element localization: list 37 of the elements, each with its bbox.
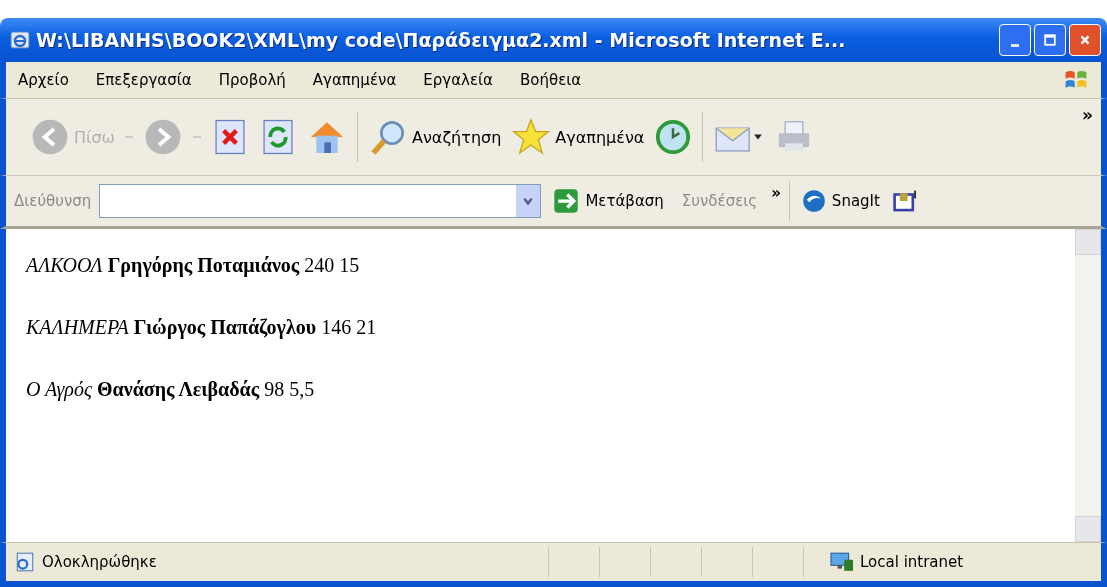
- scrollbar[interactable]: [1075, 229, 1101, 542]
- toolbar-overflow-button[interactable]: »: [1082, 105, 1093, 125]
- close-button[interactable]: [1069, 24, 1101, 56]
- window-title: W:\LIBANHS\BOOK2\XML\my code\Παράδειγμα2.xml - Microsoft Internet E...: [36, 29, 847, 51]
- dropdown-button[interactable]: [516, 185, 541, 217]
- star-icon: [511, 117, 552, 157]
- menu-item[interactable]: Προβολή: [218, 71, 286, 89]
- status-text: Ολοκληρώθηκε: [42, 553, 158, 571]
- page-icon: [14, 551, 36, 573]
- close-icon: [1079, 34, 1091, 46]
- record-line: ΑΛΚΟΟΛ Γρηγόρης Ποταμιάνος 240 15: [26, 253, 361, 279]
- menu-item[interactable]: Αγαπημένα: [312, 71, 397, 89]
- maximize-icon: [1044, 34, 1056, 46]
- search-button[interactable]: Αναζήτηση: [368, 117, 502, 157]
- favorites-button[interactable]: Αγαπημένα: [511, 117, 645, 157]
- snagit-button[interactable]: SnagIt: [797, 189, 884, 213]
- minimize-icon: [1011, 43, 1019, 47]
- address-label: Διεύθυνση: [14, 192, 92, 210]
- arrow-right-icon: [553, 188, 580, 214]
- menu-item[interactable]: Εργαλεία: [423, 71, 493, 89]
- go-button[interactable]: Μετάβαση: [549, 188, 668, 214]
- history-button[interactable]: [654, 118, 693, 156]
- zone-text: Local intranet: [860, 553, 964, 571]
- menu-item[interactable]: Επεξεργασία: [95, 71, 192, 89]
- links-overflow-button[interactable]: »: [771, 184, 781, 202]
- menu-item[interactable]: Αρχείο: [18, 71, 69, 89]
- address-field[interactable]: [99, 184, 542, 218]
- record-line: ΚΑΛΗΜΕΡΑ Γιώργος Παπάζογλου 146 21: [26, 315, 378, 341]
- globe-icon: [801, 189, 826, 213]
- menu-item[interactable]: Βοήθεια: [520, 71, 582, 89]
- maximize-button[interactable]: [1034, 24, 1066, 56]
- record-line: Ο Αγρός Θανάσης Λειβαδάς 98 5,5: [26, 377, 316, 403]
- capture-icon[interactable]: [891, 188, 918, 214]
- minimize-button[interactable]: [999, 24, 1031, 56]
- browser-icon: [10, 30, 30, 50]
- chevron-down-icon: [522, 195, 535, 207]
- network-icon: [828, 551, 856, 573]
